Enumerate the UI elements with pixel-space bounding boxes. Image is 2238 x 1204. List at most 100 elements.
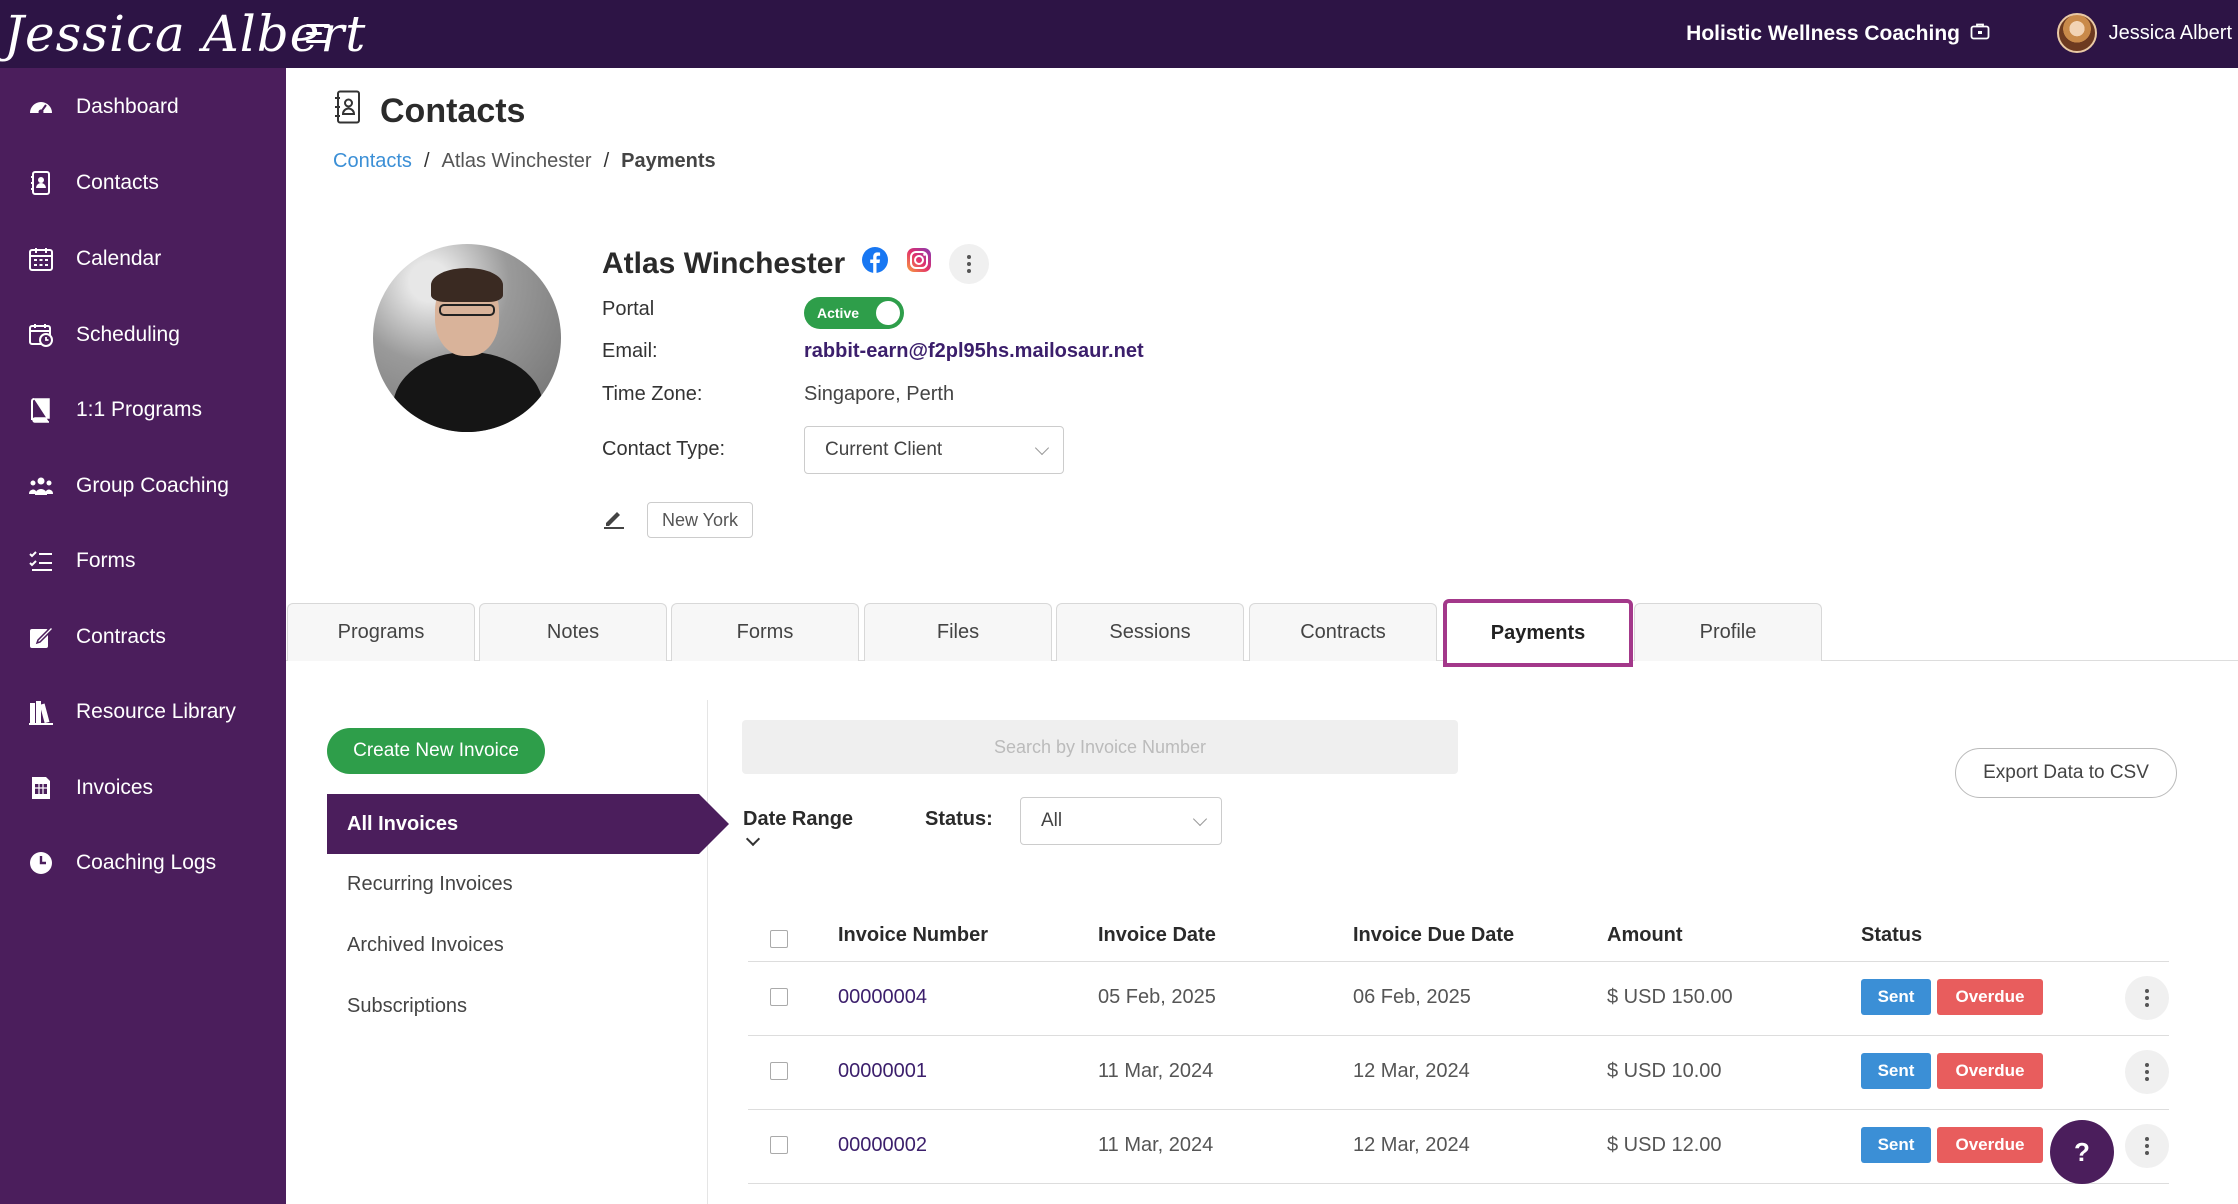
contact-more-button[interactable] xyxy=(949,244,990,284)
row-actions-button[interactable] xyxy=(2125,976,2169,1020)
contact-name-text: Atlas Winchester xyxy=(602,247,846,280)
status-badge-overdue: Overdue xyxy=(1937,1127,2043,1163)
portal-status: Active xyxy=(817,305,860,321)
status-select-value: All xyxy=(1041,810,1063,831)
library-icon xyxy=(28,699,54,725)
invoice-number-link[interactable]: 00000002 xyxy=(838,1134,927,1157)
tab-profile[interactable]: Profile xyxy=(1634,603,1822,661)
invoice-amount: $ USD 12.00 xyxy=(1607,1134,1722,1156)
sidebar-item-forms[interactable]: Forms xyxy=(0,531,286,591)
edit-pencil-icon[interactable] xyxy=(602,506,626,535)
sidebar-item-label: Contacts xyxy=(76,171,159,194)
invoice-amount: $ USD 150.00 xyxy=(1607,986,1733,1008)
col-amount[interactable]: Amount xyxy=(1607,924,1683,947)
table-row: 00000001 11 Mar, 2024 12 Mar, 2024 $ USD… xyxy=(748,1036,2169,1110)
breadcrumb-separator: / xyxy=(603,150,610,172)
timezone-label: Time Zone: xyxy=(602,383,703,405)
breadcrumb-current: Payments xyxy=(621,150,716,172)
email-label: Email: xyxy=(602,340,658,362)
sidebar-item-label: Scheduling xyxy=(76,323,180,346)
sidebar-item-group-coaching[interactable]: Group Coaching xyxy=(0,456,286,516)
chevron-down-icon[interactable] xyxy=(745,831,761,847)
status-badge-overdue: Overdue xyxy=(1937,1053,2043,1089)
breadcrumb-contact[interactable]: Atlas Winchester xyxy=(442,150,592,173)
col-invoice-number[interactable]: Invoice Number xyxy=(838,924,988,947)
help-button[interactable]: ? xyxy=(2050,1120,2114,1184)
breadcrumb-separator: / xyxy=(423,150,430,172)
subnav-subscriptions[interactable]: Subscriptions xyxy=(347,995,467,1018)
create-invoice-button[interactable]: Create New Invoice xyxy=(327,728,545,774)
date-range-filter[interactable]: Date Range xyxy=(743,808,853,831)
tab-files[interactable]: Files xyxy=(864,603,1052,661)
sidebar-item-contacts[interactable]: Contacts xyxy=(0,153,286,213)
contact-photo xyxy=(373,244,561,432)
portal-label: Portal xyxy=(602,298,655,320)
tab-forms[interactable]: Forms xyxy=(671,603,859,661)
main-content: Contacts Contacts / Atlas Winchester / P… xyxy=(286,68,2238,1204)
row-actions-button[interactable] xyxy=(2125,1050,2169,1094)
sidebar-item-resource-library[interactable]: Resource Library xyxy=(0,682,286,742)
row-checkbox[interactable] xyxy=(770,1062,788,1080)
sidebar-item-scheduling[interactable]: Scheduling xyxy=(0,305,286,365)
calendar-icon xyxy=(28,246,54,272)
section-divider xyxy=(707,700,708,1204)
invoice-number-link[interactable]: 00000004 xyxy=(838,986,927,1009)
row-checkbox[interactable] xyxy=(770,988,788,1006)
user-menu[interactable]: Jessica Albert xyxy=(2056,11,2232,55)
row-actions-button[interactable] xyxy=(2125,1124,2169,1168)
status-select[interactable]: All xyxy=(1020,797,1222,845)
invoice-due-date: 12 Mar, 2024 xyxy=(1353,1134,1470,1156)
sidebar-item-contracts[interactable]: Contracts xyxy=(0,607,286,667)
business-switcher[interactable]: Holistic Wellness Coaching xyxy=(1686,20,1990,48)
contact-type-select[interactable]: Current Client xyxy=(804,426,1064,474)
breadcrumb-contacts[interactable]: Contacts xyxy=(333,150,412,173)
page-title-text: Contacts xyxy=(380,92,526,130)
facebook-icon[interactable] xyxy=(861,246,889,282)
timezone-value: Singapore, Perth xyxy=(804,383,955,405)
export-csv-button[interactable]: Export Data to CSV xyxy=(1955,748,2177,798)
contract-icon xyxy=(28,624,54,650)
breadcrumb: Contacts / Atlas Winchester / Payments xyxy=(333,150,716,173)
instagram-icon[interactable] xyxy=(905,246,933,282)
business-name: Holistic Wellness Coaching xyxy=(1686,22,1960,45)
email-value[interactable]: rabbit-earn@f2pl95hs.mailosaur.net xyxy=(804,340,1144,363)
status-filter-label: Status: xyxy=(925,808,993,830)
sidebar-item-dashboard[interactable]: Dashboard xyxy=(0,77,286,137)
col-invoice-date[interactable]: Invoice Date xyxy=(1098,924,1216,947)
invoice-search-input[interactable] xyxy=(742,720,1458,774)
status-badge-overdue: Overdue xyxy=(1937,979,2043,1015)
sidebar-item-invoices[interactable]: Invoices xyxy=(0,758,286,818)
sidebar-item-label: Coaching Logs xyxy=(76,851,217,874)
tab-sessions[interactable]: Sessions xyxy=(1056,603,1244,661)
row-checkbox[interactable] xyxy=(770,1136,788,1154)
sidebar-item-label: Group Coaching xyxy=(76,474,229,497)
menu-toggle-icon[interactable] xyxy=(306,22,332,46)
subnav-recurring-invoices[interactable]: Recurring Invoices xyxy=(347,873,513,896)
more-vertical-icon xyxy=(2145,1137,2149,1155)
tab-payments[interactable]: Payments xyxy=(1443,599,1633,667)
user-name: Jessica Albert xyxy=(2108,21,2232,44)
avatar xyxy=(2056,13,2097,53)
sidebar-item-calendar[interactable]: Calendar xyxy=(0,229,286,289)
status-badge-sent: Sent xyxy=(1861,1127,1931,1163)
subnav-all-invoices[interactable]: All Invoices xyxy=(327,794,729,854)
contact-tag[interactable]: New York xyxy=(647,502,754,538)
tab-programs[interactable]: Programs xyxy=(287,603,475,661)
tab-contracts[interactable]: Contracts xyxy=(1249,603,1437,661)
logo[interactable]: Jessica Albert xyxy=(4,2,365,66)
col-due-date[interactable]: Invoice Due Date xyxy=(1353,924,1514,947)
invoice-amount: $ USD 10.00 xyxy=(1607,1060,1722,1082)
col-status[interactable]: Status xyxy=(1861,924,1922,947)
tab-notes[interactable]: Notes xyxy=(479,603,667,661)
table-row: 00000002 11 Mar, 2024 12 Mar, 2024 $ USD… xyxy=(748,1110,2169,1184)
portal-toggle[interactable]: Active xyxy=(804,297,904,329)
sidebar-item-programs[interactable]: 1:1 Programs xyxy=(0,380,286,440)
sidebar-item-label: Resource Library xyxy=(76,700,236,723)
sidebar-item-coaching-logs[interactable]: Coaching Logs xyxy=(0,833,286,893)
top-bar: Jessica Albert Holistic Wellness Coachin… xyxy=(0,0,2238,68)
select-all-checkbox[interactable] xyxy=(770,930,788,948)
briefcase-icon xyxy=(1970,20,1990,48)
status-badge-sent: Sent xyxy=(1861,979,1931,1015)
invoice-number-link[interactable]: 00000001 xyxy=(838,1060,927,1083)
subnav-archived-invoices[interactable]: Archived Invoices xyxy=(347,934,504,957)
